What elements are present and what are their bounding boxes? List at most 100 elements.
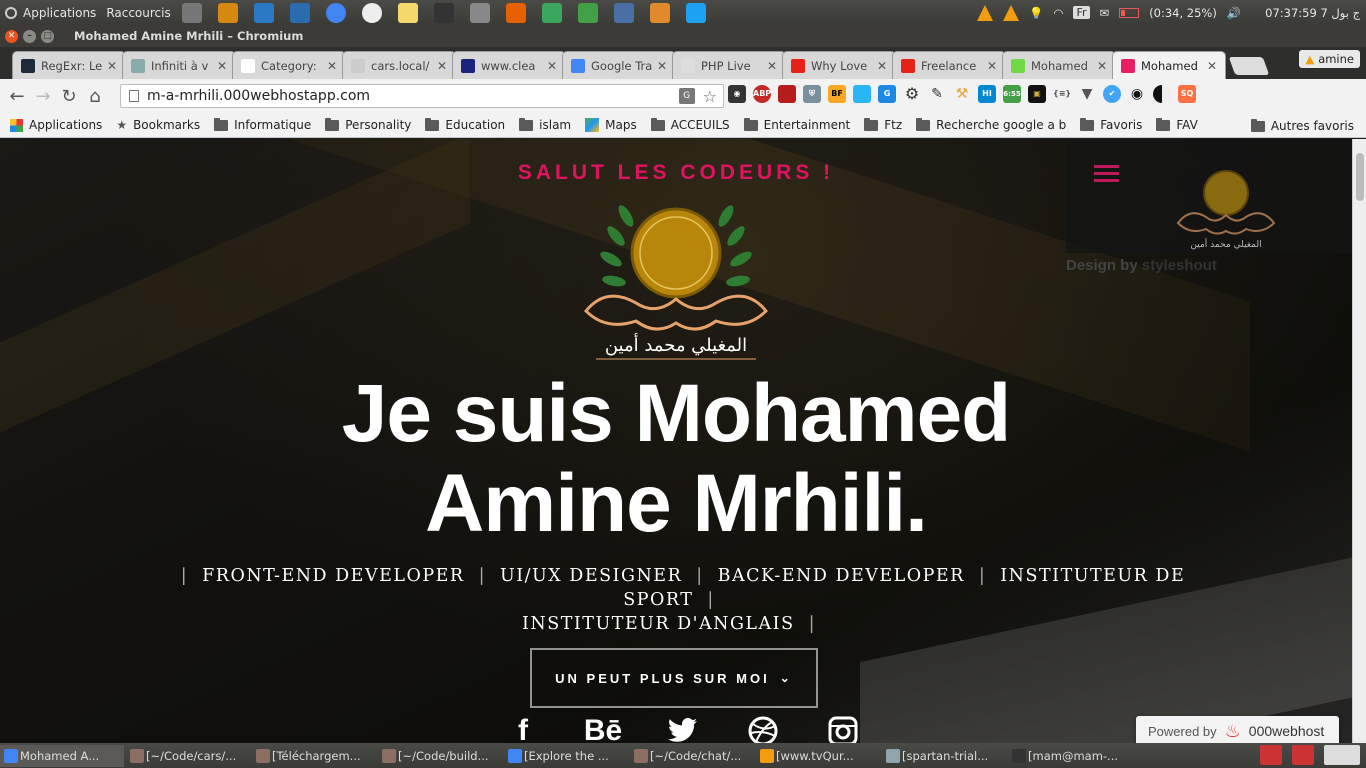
dribbble-icon[interactable] xyxy=(740,711,786,743)
applications-menu[interactable]: Applications xyxy=(0,0,101,25)
other-bookmarks[interactable]: Autres favoris xyxy=(1250,118,1354,133)
check-icon[interactable]: ✔ xyxy=(1103,85,1121,103)
hi-icon[interactable]: HI xyxy=(978,85,996,103)
close-tab-icon[interactable]: ✕ xyxy=(217,59,227,73)
bookmark-item[interactable]: Applications xyxy=(10,118,102,132)
wifi-icon[interactable]: ◠ xyxy=(1053,6,1063,20)
web-icon[interactable] xyxy=(685,2,706,23)
hammer-icon[interactable]: ⚒ xyxy=(953,85,971,103)
bookmark-item[interactable]: Informatique xyxy=(214,117,311,132)
taskbar-window[interactable]: [www.tvQur... xyxy=(756,745,880,767)
taskbar-window[interactable]: Mohamed A... xyxy=(0,744,124,767)
opera-icon[interactable] xyxy=(361,2,382,23)
twitter-icon[interactable] xyxy=(660,711,706,743)
vlc-icon-2[interactable] xyxy=(1003,4,1020,21)
close-tab-icon[interactable]: ✕ xyxy=(107,59,117,73)
clock-icon[interactable]: 6:55 xyxy=(1003,85,1021,103)
browser-tab[interactable]: Mohamed ✕ xyxy=(1002,51,1116,79)
tool-icon[interactable] xyxy=(613,2,634,23)
clock[interactable]: 07:37:59 7 ج بول xyxy=(1265,6,1360,20)
bookmark-item[interactable]: FAV xyxy=(1156,117,1198,132)
close-tab-icon[interactable]: ✕ xyxy=(547,59,557,73)
bookmark-item[interactable]: Education xyxy=(425,117,505,132)
bookmark-item[interactable]: ★ Bookmarks xyxy=(116,118,200,132)
scrollbar-thumb[interactable] xyxy=(1356,153,1364,201)
inkscape-icon[interactable] xyxy=(433,2,454,23)
taskbar-window[interactable]: [~/Code/chat/... xyxy=(630,745,754,767)
close-tab-icon[interactable]: ✕ xyxy=(657,59,667,73)
keyboard-layout[interactable]: Fr xyxy=(1073,6,1090,19)
close-tab-icon[interactable]: ✕ xyxy=(767,59,777,73)
translate-page-icon[interactable]: G xyxy=(678,88,695,104)
browser-tab[interactable]: www.clea ✕ xyxy=(452,51,566,79)
back-button[interactable]: ← xyxy=(4,86,30,107)
close-tab-icon[interactable]: ✕ xyxy=(1097,59,1107,73)
close-tab-icon[interactable]: ✕ xyxy=(877,59,887,73)
bookmark-item[interactable]: Personality xyxy=(325,117,411,132)
maximize-window-button[interactable]: □ xyxy=(41,29,54,43)
close-tab-icon[interactable]: ✕ xyxy=(437,59,447,73)
address-bar-url[interactable]: m-a-mrhili.000webhostapp.com xyxy=(147,88,679,104)
bookmark-star-icon[interactable]: ☆ xyxy=(703,87,717,106)
taskbar-window[interactable]: [Explore the ... xyxy=(504,745,628,767)
close-tab-icon[interactable]: ✕ xyxy=(1207,59,1217,73)
gimp-icon[interactable] xyxy=(469,2,490,23)
bookmark-item[interactable]: ACCEUILS xyxy=(650,117,730,132)
browser-tab[interactable]: Category: ✕ xyxy=(232,51,346,79)
powered-by-badge[interactable]: Powered by ♨ 000webhost xyxy=(1136,716,1339,743)
bookmark-item[interactable]: islam xyxy=(519,117,571,132)
volume-icon[interactable]: 🔊 xyxy=(1227,6,1241,20)
json-icon[interactable]: {≡} xyxy=(1053,85,1071,103)
v-icon[interactable]: ▼ xyxy=(1078,85,1096,103)
forward-button[interactable]: → xyxy=(30,86,56,107)
shortcuts-menu[interactable]: Raccourcis xyxy=(101,0,175,25)
vlc-icon[interactable] xyxy=(977,4,994,21)
new-tab-button[interactable] xyxy=(1228,57,1270,75)
spy-icon[interactable]: ◉ xyxy=(728,85,746,103)
battery-icon[interactable] xyxy=(1119,7,1140,18)
taskbar-window[interactable]: [spartan-trial... xyxy=(882,745,1006,767)
browser-tab[interactable]: Freelance ✕ xyxy=(892,51,1006,79)
page-scrollbar[interactable] xyxy=(1352,139,1366,743)
close-tab-icon[interactable]: ✕ xyxy=(327,59,337,73)
book-icon[interactable] xyxy=(778,85,796,103)
mail-icon[interactable]: ✉ xyxy=(1100,6,1110,20)
adblock-icon[interactable]: ABP xyxy=(753,85,771,103)
gear-icon[interactable]: ⚙ xyxy=(903,85,921,103)
bookmark-item[interactable]: Favoris xyxy=(1080,117,1142,132)
home-button[interactable]: ⌂ xyxy=(82,86,108,107)
reload-button[interactable]: ↻ xyxy=(56,86,82,107)
workspace-icon-2[interactable] xyxy=(1292,745,1314,765)
workspace-icon-1[interactable] xyxy=(1260,745,1282,765)
virtualbox-icon[interactable] xyxy=(289,2,310,23)
sublime-icon[interactable] xyxy=(649,2,670,23)
close-window-button[interactable]: ✕ xyxy=(5,29,18,43)
window-icon[interactable] xyxy=(853,85,871,103)
more-about-me-button[interactable]: UN PEUT PLUS SUR MOI ⌄ xyxy=(530,648,818,708)
browser-tab[interactable]: Mohamed ✕ xyxy=(1112,51,1226,79)
notes-icon[interactable] xyxy=(397,2,418,23)
bf-icon[interactable]: BF xyxy=(828,85,846,103)
kaaba-icon[interactable]: ▣ xyxy=(1028,85,1046,103)
header-logo[interactable]: المغيلي محمد أمين xyxy=(1170,163,1282,251)
close-tab-icon[interactable]: ✕ xyxy=(987,59,997,73)
minimize-window-button[interactable]: – xyxy=(23,29,36,43)
behance-icon[interactable]: Bē xyxy=(580,711,626,743)
site-logo[interactable]: المغيلي محمد أمين xyxy=(566,191,786,371)
menu-toggle-button[interactable] xyxy=(1094,165,1119,183)
taskbar-window[interactable]: [~/Code/cars/... xyxy=(126,745,250,767)
taskbar-window[interactable]: [~/Code/build... xyxy=(378,745,502,767)
contrast-icon[interactable] xyxy=(1153,85,1171,103)
browser-tab[interactable]: PHP Live ✕ xyxy=(672,51,786,79)
bookmark-item[interactable]: Maps xyxy=(585,118,637,132)
browser-tab[interactable]: RegExr: Le ✕ xyxy=(12,51,126,79)
todo-icon[interactable] xyxy=(577,2,598,23)
bookmark-item[interactable]: Recherche google a b xyxy=(916,117,1066,132)
browser-tab[interactable]: Google Tra ✕ xyxy=(562,51,676,79)
window-titlebar[interactable]: ✕ – □ Mohamed Amine Mrhili – Chromium xyxy=(0,25,1366,47)
sq-icon[interactable]: SQ xyxy=(1178,85,1196,103)
chromium-icon[interactable] xyxy=(325,2,346,23)
firefox-icon[interactable] xyxy=(505,2,526,23)
profile-button[interactable]: ▲ amine xyxy=(1299,50,1360,68)
address-bar[interactable]: m-a-mrhili.000webhostapp.com G ☆ xyxy=(120,84,724,108)
